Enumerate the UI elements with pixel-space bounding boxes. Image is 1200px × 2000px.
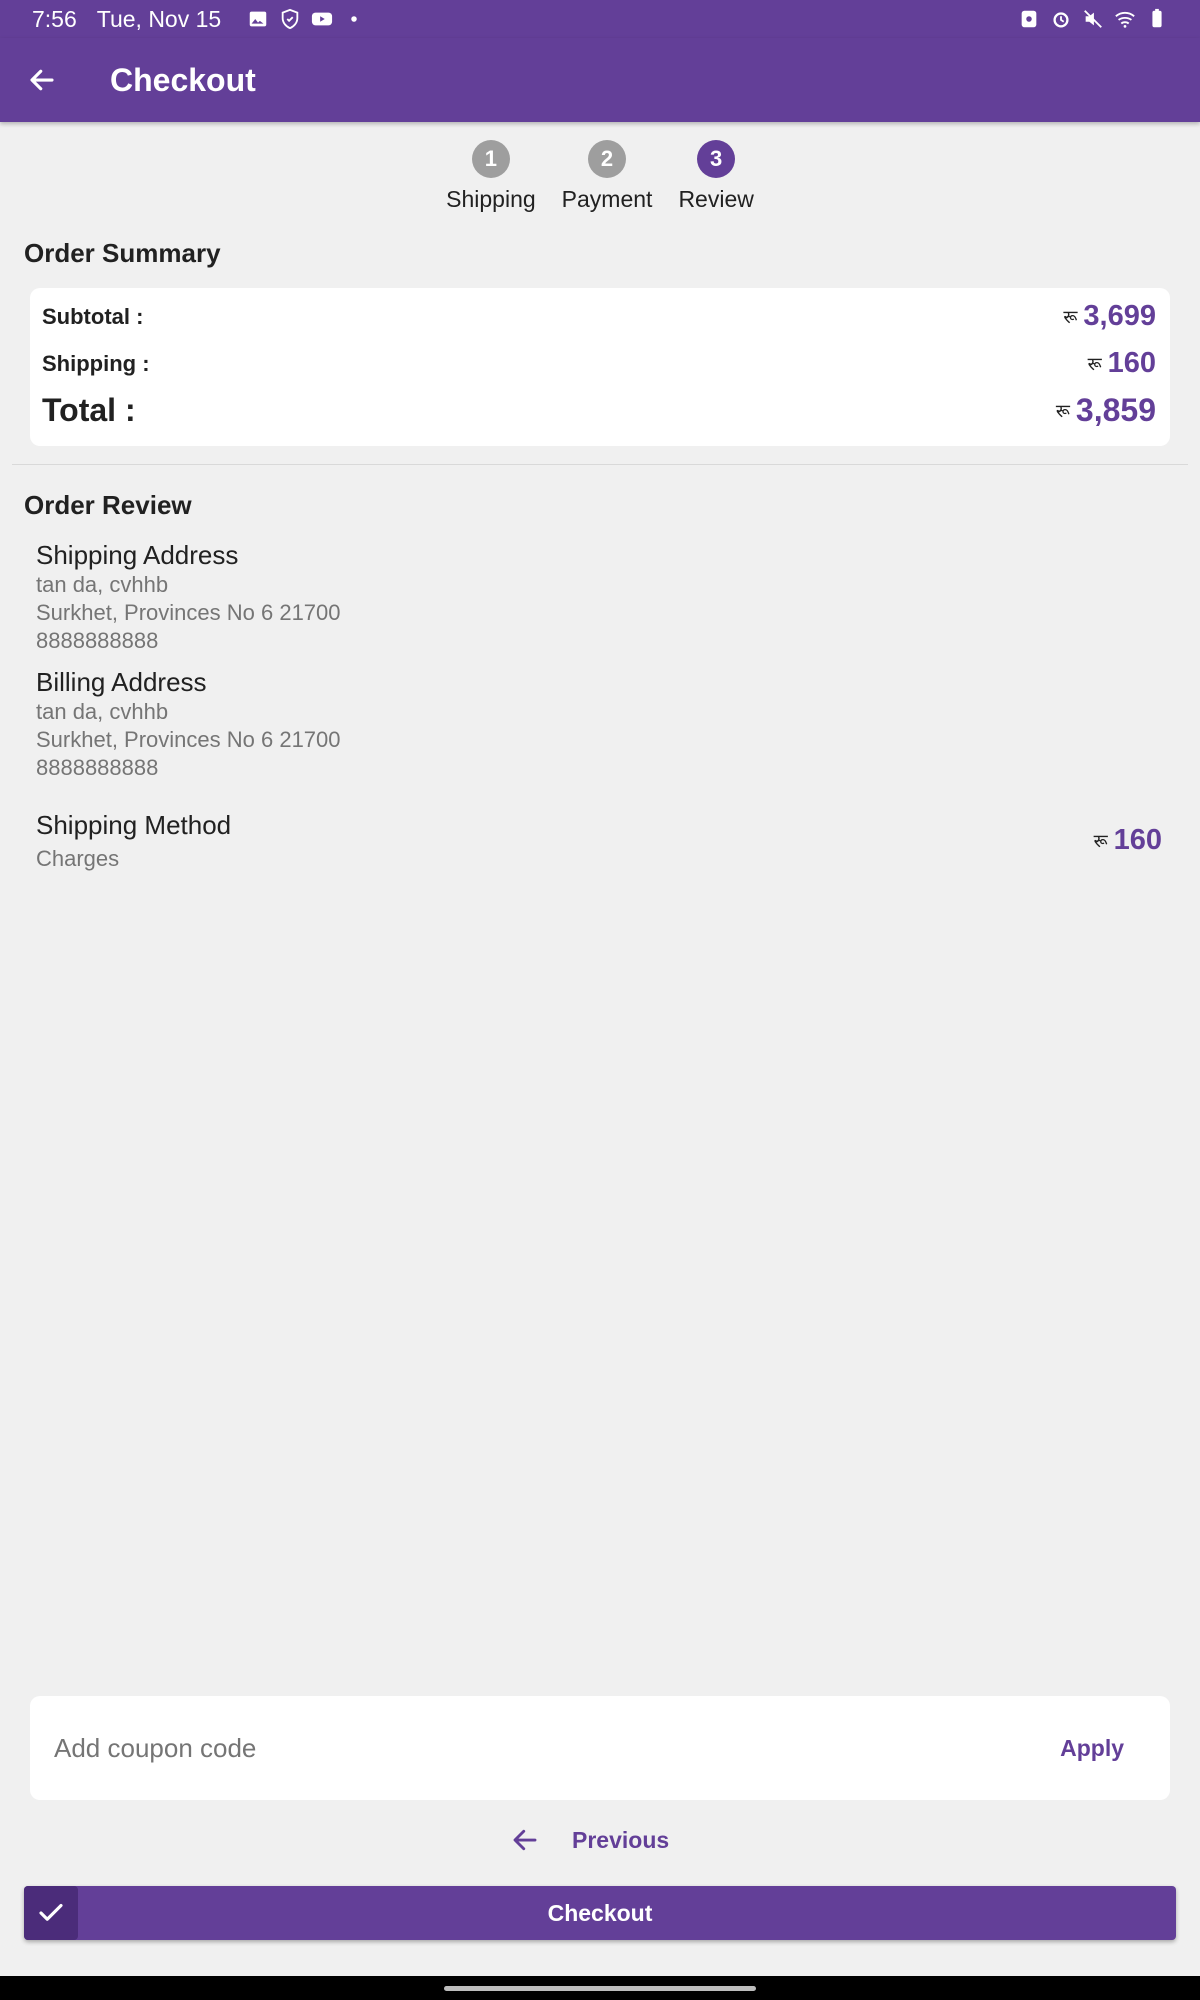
- wifi-icon: [1114, 8, 1136, 30]
- currency-symbol: रू: [1063, 306, 1078, 327]
- shipping-address-title: Shipping Address: [36, 540, 239, 570]
- billing-address-block: Billing Address tan da, cvhhb Surkhet, P…: [36, 667, 341, 782]
- status-bar: 7:56 Tue, Nov 15: [0, 0, 1200, 38]
- shipping-method-price: रू 160: [1094, 824, 1162, 857]
- back-button[interactable]: [12, 50, 72, 110]
- shipping-method-subtitle: Charges: [36, 846, 120, 871]
- youtube-icon: [311, 8, 333, 30]
- shipping-row: Shipping : रू 160: [42, 347, 1156, 380]
- mute-icon: [1082, 8, 1104, 30]
- app-bar: Checkout: [0, 38, 1200, 122]
- step-label: Payment: [561, 186, 653, 212]
- currency-symbol: रू: [1055, 400, 1070, 421]
- coupon-input[interactable]: [54, 1732, 1061, 1764]
- step-number: 1: [471, 140, 510, 178]
- previous-label: Previous: [572, 1826, 670, 1853]
- total-value: 3,859: [1075, 392, 1156, 428]
- subtotal-price: रू 3,699: [1063, 300, 1156, 333]
- step-label: Review: [678, 186, 754, 212]
- step-review[interactable]: 3 Review: [678, 140, 754, 213]
- step-label: Shipping: [446, 186, 536, 212]
- shipping-method-block: Shipping Method Charges: [36, 810, 231, 873]
- step-payment[interactable]: 2 Payment: [561, 140, 653, 213]
- shipping-value: 160: [1107, 347, 1156, 379]
- home-handle[interactable]: [444, 1986, 756, 1991]
- order-summary-heading: Order Summary: [24, 238, 221, 268]
- divider: [12, 464, 1188, 465]
- subtotal-value: 3,699: [1083, 300, 1156, 332]
- alarm-icon: [1050, 8, 1072, 30]
- subtotal-label: Subtotal :: [42, 303, 144, 329]
- checkout-stepper: 1 Shipping 2 Payment 3 Review: [0, 140, 1200, 213]
- shipping-address-phone: 8888888888: [36, 628, 159, 653]
- step-number: 2: [588, 140, 627, 178]
- battery-icon: [1146, 8, 1168, 30]
- status-time: 7:56: [32, 5, 77, 32]
- step-number: 3: [697, 140, 736, 178]
- checkout-button[interactable]: Checkout: [24, 1886, 1176, 1940]
- shipping-price: रू 160: [1088, 347, 1156, 380]
- step-shipping[interactable]: 1 Shipping: [446, 140, 536, 213]
- status-date: Tue, Nov 15: [96, 5, 222, 32]
- checkout-label: Checkout: [547, 1899, 653, 1926]
- coupon-box: Apply: [30, 1696, 1170, 1800]
- hand-shield-icon: [279, 8, 301, 30]
- shipping-address-location: Surkhet, Provinces No 6 21700: [36, 600, 341, 625]
- total-price: रू 3,859: [1056, 392, 1156, 429]
- arrow-back-icon: [513, 1829, 537, 1851]
- navigation-bar: [0, 1976, 1200, 2000]
- currency-symbol: रू: [1093, 830, 1108, 851]
- dot-icon: [343, 8, 365, 30]
- billing-address-name: tan da, cvhhb: [36, 699, 169, 724]
- check-icon: [24, 1886, 78, 1940]
- shipping-method-title: Shipping Method: [36, 810, 232, 840]
- apply-coupon-button[interactable]: Apply: [1060, 1735, 1124, 1762]
- billing-address-location: Surkhet, Provinces No 6 21700: [36, 727, 341, 752]
- order-summary-card: Subtotal : रू 3,699 Shipping : रू 160 To…: [30, 288, 1170, 446]
- shipping-address-block: Shipping Address tan da, cvhhb Surkhet, …: [36, 540, 341, 655]
- gallery-icon: [247, 8, 269, 30]
- currency-symbol: रू: [1087, 353, 1102, 374]
- page-title: Checkout: [110, 61, 256, 98]
- billing-address-phone: 8888888888: [36, 755, 159, 780]
- subtotal-row: Subtotal : रू 3,699: [42, 300, 1156, 333]
- shipping-method-value: 160: [1113, 824, 1162, 856]
- shipping-label: Shipping :: [42, 350, 150, 376]
- shipping-address-name: tan da, cvhhb: [36, 572, 169, 597]
- previous-button[interactable]: Previous: [510, 1820, 669, 1860]
- total-label: Total :: [42, 392, 136, 428]
- billing-address-title: Billing Address: [36, 667, 207, 697]
- order-review-heading: Order Review: [24, 490, 192, 520]
- nfc-icon: [1018, 8, 1040, 30]
- arrow-back-icon: [30, 69, 54, 91]
- total-row: Total : रू 3,859: [42, 392, 1156, 429]
